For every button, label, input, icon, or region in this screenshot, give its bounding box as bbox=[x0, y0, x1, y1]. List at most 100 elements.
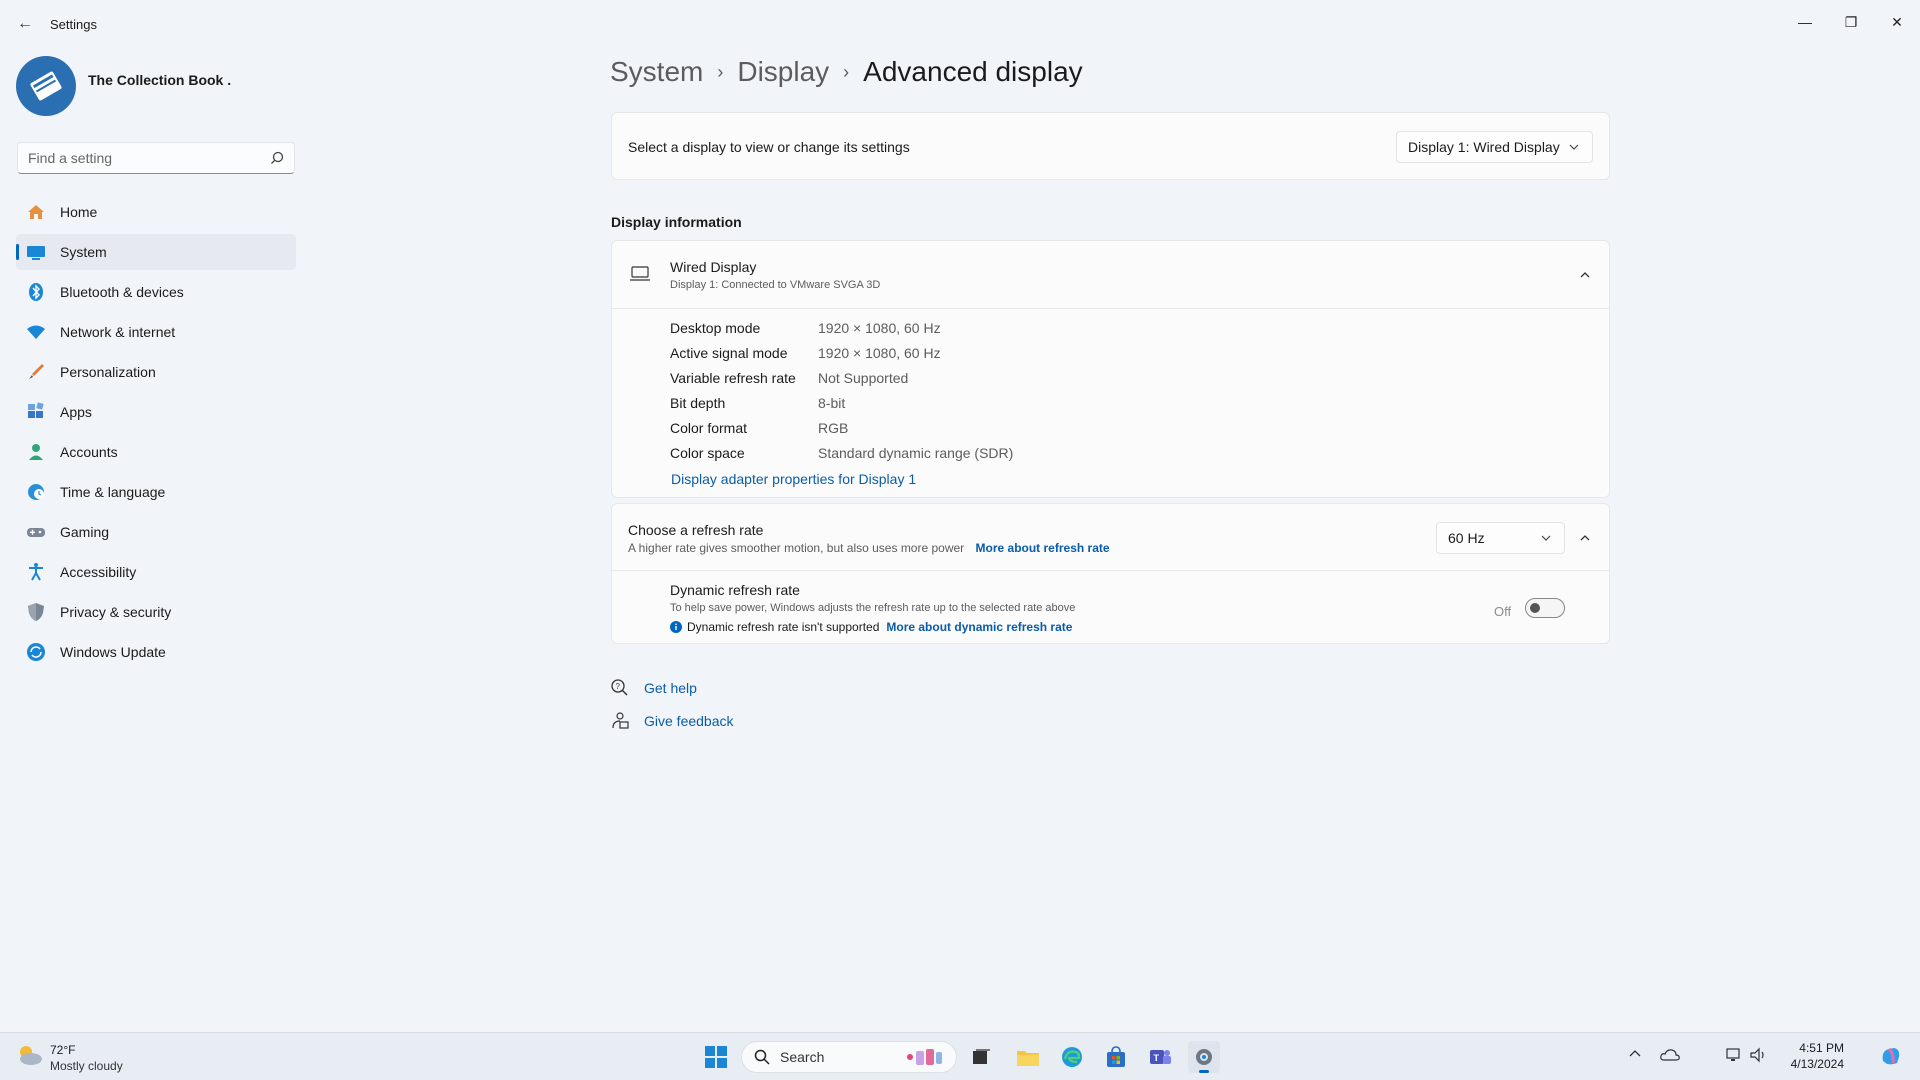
teams-button[interactable]: T bbox=[1144, 1041, 1176, 1073]
display-information-heading: Display information bbox=[611, 214, 742, 230]
back-button[interactable]: ← bbox=[12, 12, 38, 36]
minimize-button[interactable]: — bbox=[1782, 6, 1828, 38]
sidebar-item-windows-update[interactable]: Windows Update bbox=[16, 634, 296, 670]
sidebar-item-gaming[interactable]: Gaming bbox=[16, 514, 296, 550]
copilot-icon[interactable] bbox=[1880, 1045, 1902, 1072]
monitor-icon bbox=[25, 241, 47, 263]
apps-icon bbox=[25, 401, 47, 423]
info-label-color-space: Color space bbox=[670, 445, 745, 461]
help-icon: ? bbox=[611, 679, 628, 696]
more-about-dynamic-refresh-link[interactable]: More about dynamic refresh rate bbox=[886, 620, 1072, 634]
dynamic-refresh-toggle[interactable] bbox=[1525, 598, 1565, 618]
minimize-icon: — bbox=[1798, 14, 1812, 30]
breadcrumb-system[interactable]: System bbox=[610, 56, 703, 88]
weather-desc: Mostly cloudy bbox=[50, 1059, 123, 1073]
sidebar-item-apps[interactable]: Apps bbox=[16, 394, 296, 430]
gear-icon bbox=[1196, 1049, 1212, 1065]
person-icon bbox=[25, 441, 47, 463]
display-select-value: Display 1: Wired Display bbox=[1408, 139, 1560, 155]
sidebar-item-label: Apps bbox=[60, 404, 92, 420]
sidebar-item-accounts[interactable]: Accounts bbox=[16, 434, 296, 470]
update-icon bbox=[25, 641, 47, 663]
sidebar-item-label: Home bbox=[60, 204, 98, 220]
close-button[interactable]: ✕ bbox=[1874, 6, 1920, 38]
dynamic-refresh-unsupported: Dynamic refresh rate isn't supported bbox=[687, 620, 880, 634]
info-value-color-space: Standard dynamic range (SDR) bbox=[818, 445, 1014, 461]
sidebar-item-accessibility[interactable]: Accessibility bbox=[16, 554, 296, 590]
avatar[interactable] bbox=[16, 56, 76, 116]
settings-taskbar-button[interactable] bbox=[1188, 1041, 1220, 1073]
sidebar-item-personalization[interactable]: Personalization bbox=[16, 354, 296, 390]
refresh-rate-dropdown[interactable]: 60 Hz bbox=[1436, 522, 1565, 554]
sidebar-item-label: Windows Update bbox=[60, 644, 166, 660]
display-info-header[interactable]: Wired Display Display 1: Connected to VM… bbox=[612, 241, 1609, 309]
adapter-properties-link[interactable]: Display adapter properties for Display 1 bbox=[671, 471, 916, 487]
start-button[interactable] bbox=[700, 1041, 732, 1073]
chevron-right-icon: › bbox=[843, 61, 850, 82]
info-value-color-format: RGB bbox=[818, 420, 849, 436]
sidebar-item-label: Personalization bbox=[60, 364, 156, 380]
sidebar-item-network[interactable]: Network & internet bbox=[16, 314, 296, 350]
folder-icon bbox=[1017, 1051, 1039, 1066]
info-value-desktop-mode: 1920 × 1080, 60 Hz bbox=[818, 320, 941, 336]
edge-button[interactable] bbox=[1056, 1041, 1088, 1073]
file-explorer-button[interactable] bbox=[1012, 1041, 1044, 1073]
give-feedback-link[interactable]: Give feedback bbox=[644, 713, 734, 729]
display-name: Wired Display bbox=[670, 259, 757, 275]
taskbar-search[interactable]: Search bbox=[741, 1041, 957, 1073]
sidebar-item-time-language[interactable]: Time & language bbox=[16, 474, 296, 510]
sidebar-item-privacy[interactable]: Privacy & security bbox=[16, 594, 296, 630]
chevron-up-icon[interactable] bbox=[1579, 532, 1591, 544]
sidebar-item-label: Bluetooth & devices bbox=[60, 284, 184, 300]
sidebar-nav: Home System Bluetooth & devices Network … bbox=[16, 194, 296, 674]
profile-name: The Collection Book . bbox=[88, 72, 232, 88]
info-label-desktop-mode: Desktop mode bbox=[670, 320, 761, 336]
sidebar-item-label: System bbox=[60, 244, 107, 260]
app-title: Settings bbox=[50, 17, 97, 32]
clock-time[interactable]: 4:51 PM bbox=[1780, 1041, 1844, 1055]
info-value-vrr: Not Supported bbox=[818, 370, 909, 386]
sidebar-item-label: Privacy & security bbox=[60, 604, 172, 620]
refresh-rate-value: 60 Hz bbox=[1448, 530, 1485, 546]
page-title: Advanced display bbox=[863, 56, 1083, 87]
select-display-label: Select a display to view or change its s… bbox=[628, 139, 910, 155]
shield-icon bbox=[25, 601, 47, 623]
chevron-up-icon bbox=[1580, 272, 1590, 278]
title-bar: ← Settings — ❐ ✕ bbox=[0, 0, 1920, 48]
toggle-knob bbox=[1530, 603, 1540, 613]
volume-icon[interactable] bbox=[1750, 1047, 1768, 1068]
maximize-button[interactable]: ❐ bbox=[1828, 6, 1874, 38]
settings-search[interactable] bbox=[17, 142, 295, 174]
bluetooth-icon bbox=[25, 281, 47, 303]
onedrive-icon[interactable] bbox=[1660, 1047, 1680, 1066]
sidebar-item-bluetooth[interactable]: Bluetooth & devices bbox=[16, 274, 296, 310]
gamepad-icon bbox=[25, 521, 47, 543]
display-select-dropdown[interactable]: Display 1: Wired Display bbox=[1396, 131, 1593, 163]
get-help-link[interactable]: Get help bbox=[644, 680, 697, 696]
search-input[interactable] bbox=[18, 143, 258, 173]
chevron-up-icon[interactable] bbox=[1628, 1047, 1642, 1062]
edge-icon bbox=[1062, 1047, 1082, 1067]
sidebar-item-label: Network & internet bbox=[60, 324, 176, 340]
select-display-card: Select a display to view or change its s… bbox=[611, 112, 1610, 180]
clock-date[interactable]: 4/13/2024 bbox=[1780, 1057, 1844, 1071]
store-button[interactable] bbox=[1100, 1041, 1132, 1073]
sidebar-item-label: Time & language bbox=[60, 484, 166, 500]
task-view-button[interactable] bbox=[965, 1041, 997, 1073]
network-icon[interactable] bbox=[1726, 1047, 1744, 1068]
refresh-rate-desc-text: A higher rate gives smoother motion, but… bbox=[628, 541, 965, 555]
sidebar-item-label: Accounts bbox=[60, 444, 118, 460]
sidebar-item-system[interactable]: System bbox=[16, 234, 296, 270]
info-value-active-signal: 1920 × 1080, 60 Hz bbox=[818, 345, 941, 361]
breadcrumb: System › Display › Advanced display bbox=[610, 56, 1083, 88]
sidebar-item-home[interactable]: Home bbox=[16, 194, 296, 230]
more-about-refresh-link[interactable]: More about refresh rate bbox=[976, 541, 1110, 555]
refresh-rate-title: Choose a refresh rate bbox=[628, 522, 764, 538]
svg-text:T: T bbox=[1154, 1053, 1160, 1063]
breadcrumb-display[interactable]: Display bbox=[737, 56, 829, 88]
weather-widget[interactable] bbox=[16, 1043, 44, 1072]
close-icon: ✕ bbox=[1891, 13, 1903, 30]
chevron-down-icon bbox=[1569, 144, 1579, 150]
restore-icon: ❐ bbox=[1844, 13, 1858, 30]
dynamic-refresh-title: Dynamic refresh rate bbox=[670, 582, 800, 598]
